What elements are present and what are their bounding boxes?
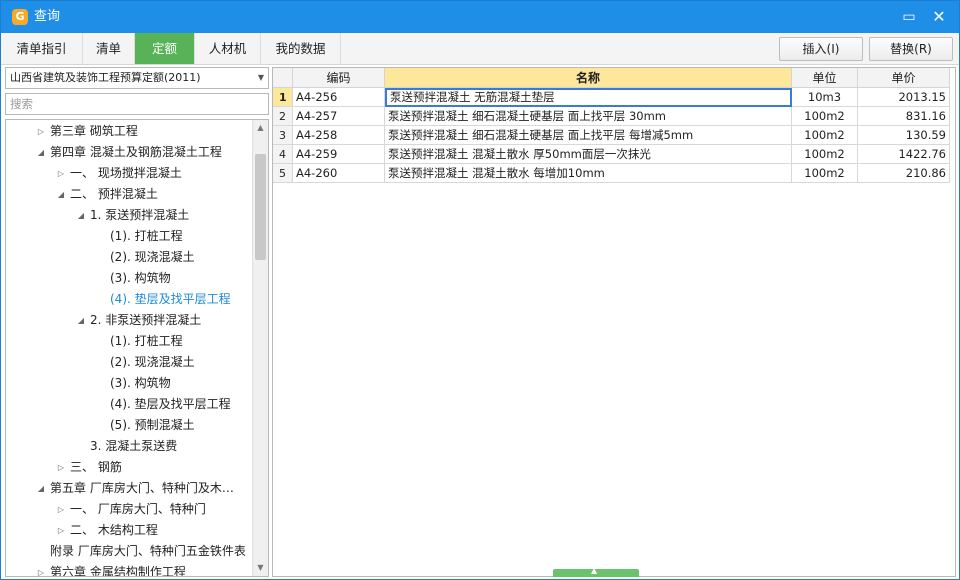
tree-node-label: (2). 现浇混凝土 xyxy=(110,355,195,369)
row-number: 1 xyxy=(273,88,293,107)
cell-unit[interactable]: 100m2 xyxy=(792,126,858,145)
tree-node-label: (1). 打桩工程 xyxy=(110,334,183,348)
tree-node-label: 1. 泵送预拌混凝土 xyxy=(90,208,190,222)
cell-price[interactable]: 2013.15 xyxy=(858,88,950,107)
tree-node-label: (3). 构筑物 xyxy=(110,376,171,390)
tree-node-label: 第三章 砌筑工程 xyxy=(50,124,138,138)
tab-labor-material-machine[interactable]: 人材机 xyxy=(195,33,261,64)
insert-button[interactable]: 插入(I) xyxy=(779,37,863,61)
tree-node-label: 二、 预拌混凝土 xyxy=(70,187,158,201)
tree-node-label: (3). 构筑物 xyxy=(110,271,171,285)
cell-name[interactable]: 泵送预拌混凝土 细石混凝土硬基层 面上找平层 30mm xyxy=(385,107,792,126)
chapter-tree: ▷ 第三章 砌筑工程 ◢ 第四章 混凝土及钢筋混凝土工程 ▷ 一、 现场搅拌混凝土 ◢ 二、 … xyxy=(5,119,269,577)
row-number: 2 xyxy=(273,107,293,126)
collapsed-arrow-icon[interactable]: ▷ xyxy=(36,121,46,142)
cell-price[interactable]: 130.59 xyxy=(858,126,950,145)
tree-node-label: (5). 预制混凝土 xyxy=(110,418,195,432)
collapsed-arrow-icon[interactable]: ▷ xyxy=(56,163,66,184)
tree-node-label: 三、 钢筋 xyxy=(70,460,122,474)
collapsed-arrow-icon[interactable]: ▷ xyxy=(56,520,66,541)
tree-node-label: 第四章 混凝土及钢筋混凝土工程 xyxy=(50,145,222,159)
scroll-up-icon[interactable]: ▲ xyxy=(253,120,268,135)
tree-scrollbar[interactable]: ▲ ▼ xyxy=(252,120,268,576)
expanded-arrow-icon[interactable]: ◢ xyxy=(76,205,86,226)
minimize-icon[interactable]: ▭ xyxy=(899,7,919,27)
cell-price[interactable]: 210.86 xyxy=(858,164,950,183)
collapsed-arrow-icon[interactable]: ▷ xyxy=(36,562,46,576)
tab-bar: 清单指引 清单 定额 人材机 我的数据 插入(I) 替换(R) xyxy=(1,33,959,65)
expanded-arrow-icon[interactable]: ◢ xyxy=(76,310,86,331)
cell-unit[interactable]: 100m2 xyxy=(792,164,858,183)
cell-unit[interactable]: 100m2 xyxy=(792,145,858,164)
tree-node-label: 二、 木结构工程 xyxy=(70,523,158,537)
tab-quota[interactable]: 定额 xyxy=(135,33,195,64)
cell-code[interactable]: A4-259 xyxy=(293,145,385,164)
title-bar: G 查询 ▭ ✕ xyxy=(1,1,959,33)
app-icon: G xyxy=(12,9,28,25)
expanded-arrow-icon[interactable]: ◢ xyxy=(56,184,66,205)
chevron-up-icon: ▲ xyxy=(591,566,598,575)
tree-node-label: 一、 现场搅拌混凝土 xyxy=(70,166,182,180)
row-number: 4 xyxy=(273,145,293,164)
scroll-down-icon[interactable]: ▼ xyxy=(253,560,268,575)
tree-node-label: 3. 混凝土泵送费 xyxy=(90,439,178,453)
window-title: 查询 xyxy=(34,9,61,24)
cell-unit[interactable]: 100m2 xyxy=(792,107,858,126)
column-header-name[interactable]: 名称 xyxy=(385,68,792,88)
cell-code[interactable]: A4-257 xyxy=(293,107,385,126)
cell-code[interactable]: A4-260 xyxy=(293,164,385,183)
tree-node-label: 2. 非泵送预拌混凝土 xyxy=(90,313,202,327)
cell-name[interactable]: 泵送预拌混凝土 细石混凝土硬基层 面上找平层 每增减5mm xyxy=(385,126,792,145)
tree-node-label: 一、 厂库房大门、特种门 xyxy=(70,502,206,516)
column-header-unit[interactable]: 单位 xyxy=(792,68,858,88)
cell-unit[interactable]: 10m3 xyxy=(792,88,858,107)
tree-node-label: 附录 厂库房大门、特种门五金铁件表 xyxy=(50,544,246,558)
tab-bill-guide[interactable]: 清单指引 xyxy=(1,33,83,64)
column-header-code[interactable]: 编码 xyxy=(293,68,385,88)
cell-code[interactable]: A4-258 xyxy=(293,126,385,145)
cell-code[interactable]: A4-256 xyxy=(293,88,385,107)
scrollbar-thumb[interactable] xyxy=(255,154,266,260)
bottom-expand-tab[interactable]: ▲ xyxy=(553,566,639,577)
tree-node-label: 第六章 金属结构制作工程 xyxy=(50,565,186,577)
chevron-down-icon: ▼ xyxy=(257,73,264,82)
tree-node-label: (1). 打桩工程 xyxy=(110,229,183,243)
quota-library-value: 山西省建筑及装饰工程预算定额(2011) xyxy=(10,71,201,84)
collapsed-arrow-icon[interactable]: ▷ xyxy=(56,457,66,478)
row-number: 5 xyxy=(273,164,293,183)
tree-node-label: 第五章 厂库房大门、特种门及木… xyxy=(50,481,234,495)
tree-node-label: (4). 垫层及找平层工程 xyxy=(110,397,231,411)
tab-my-data[interactable]: 我的数据 xyxy=(261,33,341,64)
tree-node-label: (2). 现浇混凝土 xyxy=(110,250,195,264)
query-window: G 查询 ▭ ✕ 清单指引 清单 定额 人材机 我的数据 插入(I) 替换(R)… xyxy=(0,0,960,580)
left-panel: 山西省建筑及装饰工程预算定额(2011) ▼ 搜索 ▷ 第三章 砌筑工程 ◢ 第四章 … xyxy=(5,67,269,577)
expanded-arrow-icon[interactable]: ◢ xyxy=(36,478,46,499)
replace-button[interactable]: 替换(R) xyxy=(869,37,953,61)
expanded-arrow-icon[interactable]: ◢ xyxy=(36,142,46,163)
cell-price[interactable]: 831.16 xyxy=(858,107,950,126)
tree-node-label: (4). 垫层及找平层工程 xyxy=(110,292,231,306)
quota-library-select[interactable]: 山西省建筑及装饰工程预算定额(2011) ▼ xyxy=(5,67,269,89)
collapsed-arrow-icon[interactable]: ▷ xyxy=(56,499,66,520)
cell-name[interactable]: 泵送预拌混凝土 混凝土散水 每增加10mm xyxy=(385,164,792,183)
column-header-price[interactable]: 单价 xyxy=(858,68,950,88)
cell-name[interactable]: 泵送预拌混凝土 混凝土散水 厚50mm面层一次抹光 xyxy=(385,145,792,164)
row-number-header xyxy=(273,68,293,88)
row-number: 3 xyxy=(273,126,293,145)
tab-bill[interactable]: 清单 xyxy=(83,33,135,64)
search-input[interactable]: 搜索 xyxy=(5,93,269,115)
quota-table: 编码 名称 单位 单价 1 A4-256 泵送预拌混凝土 无筋混凝土垫层 10m3 20… xyxy=(272,67,956,577)
cell-name[interactable]: 泵送预拌混凝土 无筋混凝土垫层 xyxy=(385,88,792,107)
cell-price[interactable]: 1422.76 xyxy=(858,145,950,164)
close-icon[interactable]: ✕ xyxy=(929,7,949,27)
